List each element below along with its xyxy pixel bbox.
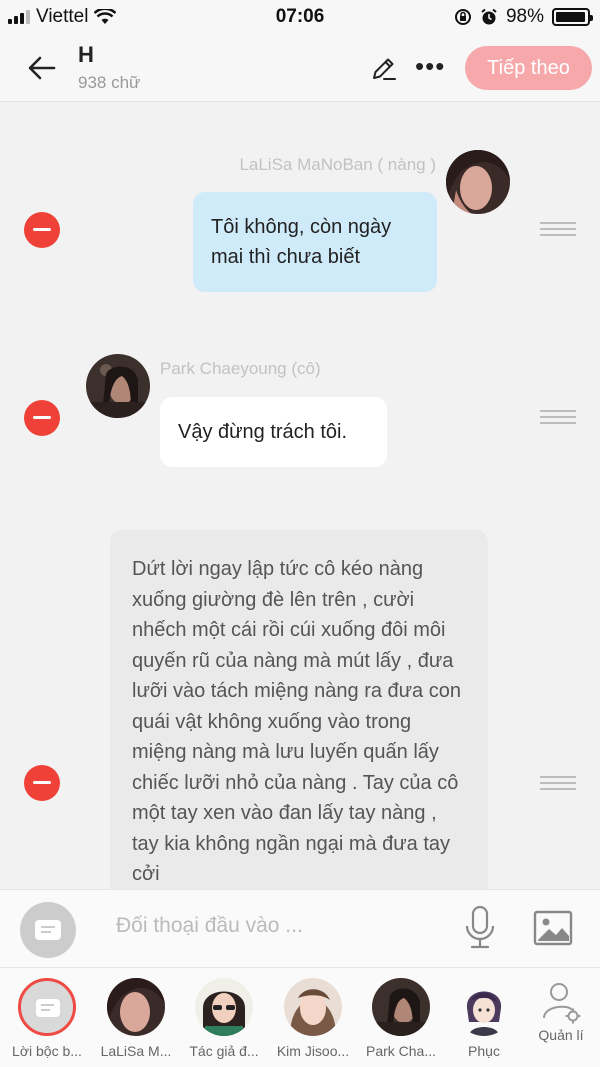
speaker-name: Park Chaeyoung (cô): [160, 359, 321, 378]
avatar: [107, 978, 165, 1036]
avatar: [455, 978, 513, 1036]
status-bar: Viettel 07:06 98%: [0, 0, 600, 34]
avatar[interactable]: [86, 354, 150, 418]
dialogue-input[interactable]: Đối thoại đầu vào ...: [116, 914, 303, 938]
speaker-name: LaLiSa MaNoBan ( nàng ): [239, 155, 436, 174]
narrator-icon: [18, 978, 76, 1036]
avatar: [284, 978, 342, 1036]
character-label: Quản lí: [538, 1027, 584, 1043]
rotation-lock-icon: [454, 9, 471, 25]
next-button[interactable]: Tiếp theo: [465, 46, 592, 90]
more-options-icon[interactable]: •••: [415, 53, 445, 79]
character-phuc[interactable]: Phục: [443, 968, 525, 1067]
delete-message-icon[interactable]: [24, 400, 60, 436]
character-narrator[interactable]: Lời bộc b...: [6, 968, 88, 1067]
message-bubble[interactable]: Vậy đừng trách tôi.: [160, 397, 387, 467]
character-lalisa[interactable]: LaLiSa M...: [95, 968, 177, 1067]
top-bar: H 938 chữ ••• Tiếp theo: [0, 34, 600, 102]
avatar: [195, 978, 253, 1036]
avatar: [372, 978, 430, 1036]
character-bar: Lời bộc b... LaLiSa M... Tác giả đ... Ki…: [0, 967, 600, 1067]
character-label: Phục: [468, 1043, 500, 1059]
battery-percent: 98%: [505, 6, 544, 27]
microphone-icon[interactable]: [464, 904, 496, 952]
delete-message-icon[interactable]: [24, 212, 60, 248]
avatar[interactable]: [446, 150, 510, 214]
narration-bubble[interactable]: Dứt lời ngay lập tức cô kéo nàng xuống g…: [110, 530, 488, 950]
battery-icon: [552, 8, 593, 26]
character-label: LaLiSa M...: [100, 1043, 172, 1059]
manage-user-icon: [543, 983, 581, 1024]
drag-handle-icon[interactable]: [540, 222, 576, 236]
edit-icon[interactable]: [370, 54, 398, 82]
character-label: Kim Jisoo...: [276, 1043, 350, 1059]
character-chaeyoung[interactable]: Park Cha...: [360, 968, 442, 1067]
input-bar: Đối thoại đầu vào ...: [0, 889, 600, 967]
character-author[interactable]: Tác giả đ...: [183, 968, 265, 1067]
narration-toggle-icon[interactable]: [20, 902, 76, 958]
character-label: Park Cha...: [365, 1043, 437, 1059]
delete-message-icon[interactable]: [24, 765, 60, 801]
back-arrow-icon[interactable]: [26, 52, 58, 84]
character-label: Tác giả đ...: [189, 1043, 259, 1059]
character-jisoo[interactable]: Kim Jisoo...: [272, 968, 354, 1067]
image-icon[interactable]: [533, 910, 573, 946]
story-title: H: [78, 42, 94, 67]
message-bubble[interactable]: Tôi không, còn ngày mai thì chưa biết: [193, 192, 437, 292]
alarm-icon: [481, 8, 497, 25]
character-label: Lời bộc b...: [12, 1043, 82, 1059]
drag-handle-icon[interactable]: [540, 410, 576, 424]
drag-handle-icon[interactable]: [540, 776, 576, 790]
character-manage[interactable]: Quản lí: [520, 968, 600, 1067]
word-count: 938 chữ: [78, 73, 141, 92]
